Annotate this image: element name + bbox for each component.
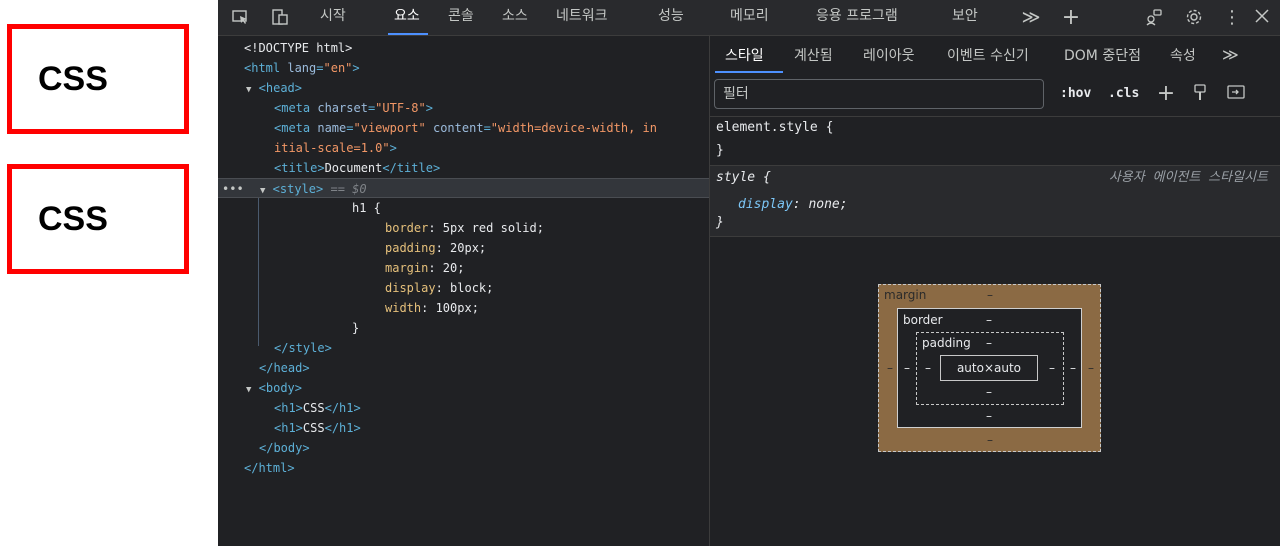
tab-console[interactable]: 콘솔 xyxy=(448,0,474,35)
margin-label: margin xyxy=(884,288,927,302)
heading-css-2: CSS xyxy=(7,164,189,274)
border-left-value[interactable]: – xyxy=(904,361,910,375)
tab-properties[interactable]: 속성 xyxy=(1170,45,1196,65)
tab-event-listeners[interactable]: 이벤트 수신기 xyxy=(947,45,1029,65)
devtools-panel: 시작 요소 콘솔 소스 네트워크 성능 메모리 응용 프로그램 보안 ≫ + ⋮… xyxy=(218,0,1280,546)
box-model-padding[interactable]: padding – – – – auto×auto xyxy=(916,332,1064,405)
rendered-page: CSS CSS xyxy=(0,0,218,546)
margin-left-value[interactable]: – xyxy=(887,361,893,375)
styles-pane: 스타일 계산됨 레이아웃 이벤트 수신기 DOM 중단점 속성 ≫ :hov .… xyxy=(710,36,1280,546)
element-state-brush-icon[interactable] xyxy=(1190,84,1210,104)
dom-line-head[interactable]: ▼ <head> xyxy=(246,78,737,98)
dom-line-style-selected[interactable]: ••• ▼ <style> == $0 xyxy=(218,178,709,198)
tab-application[interactable]: 응용 프로그램 xyxy=(816,0,898,35)
padding-top-value[interactable]: – xyxy=(986,336,992,350)
feedback-icon[interactable] xyxy=(1144,8,1164,28)
new-style-rule-icon[interactable]: + xyxy=(1156,83,1176,105)
tab-performance[interactable]: 성능 xyxy=(658,0,684,35)
hov-toggle-button[interactable]: :hov xyxy=(1060,86,1091,101)
user-agent-style-rule[interactable]: style { 사용자 에이전트 스타일시트 display: none; } xyxy=(710,166,1280,236)
border-right-value[interactable]: – xyxy=(1070,361,1076,375)
styles-tab-underline xyxy=(715,71,783,73)
dom-line-meta-charset[interactable]: <meta charset="UTF-8"> xyxy=(274,98,765,118)
more-options-icon[interactable]: ⋮ xyxy=(1222,8,1242,28)
device-toolbar-icon[interactable] xyxy=(270,8,290,28)
element-style-close: } xyxy=(716,143,724,158)
tab-elements[interactable]: 요소 xyxy=(388,0,428,35)
dom-line-meta-viewport[interactable]: <meta name="viewport" content="width=dev… xyxy=(274,118,765,138)
add-tab-icon[interactable]: + xyxy=(1061,7,1081,29)
dom-line-html-close[interactable]: </html> xyxy=(244,458,735,478)
border-top-value[interactable]: – xyxy=(986,313,992,327)
tree-guide-line xyxy=(258,198,259,346)
ua-prop-value: none; xyxy=(808,197,848,212)
ua-rule-selector: style { xyxy=(716,170,771,185)
padding-label: padding xyxy=(922,336,971,350)
dom-line-body-close[interactable]: </body> xyxy=(259,438,750,458)
tab-layout[interactable]: 레이아웃 xyxy=(863,45,915,65)
more-actions-icon[interactable]: ••• xyxy=(222,179,244,199)
more-tabs-icon[interactable]: ≫ xyxy=(1021,8,1041,28)
heading-css-1: CSS xyxy=(7,24,189,134)
padding-right-value[interactable]: – xyxy=(1049,361,1055,375)
ua-rule-close: } xyxy=(716,215,724,230)
dom-line-html[interactable]: <html lang="en"> xyxy=(244,58,735,78)
elements-dom-tree: <!DOCTYPE html> <html lang="en"> ▼ <head… xyxy=(218,36,709,546)
ua-prop-name: display xyxy=(738,197,793,212)
rules-bottom-divider xyxy=(710,236,1280,237)
margin-right-value[interactable]: – xyxy=(1088,361,1094,375)
dom-line-head-close[interactable]: </head> xyxy=(259,358,750,378)
dom-line-style-close[interactable]: </style> xyxy=(274,338,765,358)
user-agent-stylesheet-label: 사용자 에이전트 스타일시트 xyxy=(1108,170,1268,185)
tab-network[interactable]: 네트워크 xyxy=(556,0,608,35)
styles-filter-input[interactable] xyxy=(714,79,1044,109)
tab-styles[interactable]: 스타일 xyxy=(725,45,764,65)
dom-line-meta-viewport-cont: itial-scale=1.0"> xyxy=(274,141,397,155)
dom-line-body[interactable]: ▼ <body> xyxy=(246,378,737,398)
tab-memory[interactable]: 메모리 xyxy=(730,0,769,35)
tab-dom-breakpoints[interactable]: DOM 중단점 xyxy=(1064,45,1141,65)
tab-security[interactable]: 보안 xyxy=(952,0,978,35)
devtools-toolbar: 시작 요소 콘솔 소스 네트워크 성능 메모리 응용 프로그램 보안 ≫ + ⋮ xyxy=(218,0,1280,36)
cls-toggle-button[interactable]: .cls xyxy=(1108,86,1139,101)
margin-top-value[interactable]: – xyxy=(987,288,993,302)
border-label: border xyxy=(903,313,943,327)
element-style-rule[interactable]: element.style { } xyxy=(710,117,1280,165)
toggle-sidebar-icon[interactable] xyxy=(1226,84,1246,104)
settings-gear-icon[interactable] xyxy=(1184,8,1204,28)
more-panes-icon[interactable]: ≫ xyxy=(1222,45,1239,64)
padding-left-value[interactable]: – xyxy=(925,361,931,375)
dom-line-title[interactable]: <title>Document</title> xyxy=(274,158,765,178)
dom-line-doctype[interactable]: <!DOCTYPE html> xyxy=(244,38,735,58)
tab-sources[interactable]: 소스 xyxy=(502,0,528,35)
inspect-element-icon[interactable] xyxy=(230,8,250,28)
element-style-selector: element.style { xyxy=(716,120,834,135)
box-model-border[interactable]: border – – – – padding – – – – auto×auto xyxy=(897,308,1082,428)
close-icon[interactable] xyxy=(1252,8,1272,28)
box-model-margin[interactable]: margin – – – – border – – – – padding – … xyxy=(878,284,1101,452)
tab-welcome[interactable]: 시작 xyxy=(320,0,346,35)
box-model-content[interactable]: auto×auto xyxy=(940,355,1038,381)
tab-computed[interactable]: 계산됨 xyxy=(794,45,833,65)
dom-line-h1-2[interactable]: <h1>CSS</h1> xyxy=(274,418,765,438)
margin-bottom-value[interactable]: – xyxy=(987,433,993,447)
padding-bottom-value[interactable]: – xyxy=(986,385,992,399)
border-bottom-value[interactable]: – xyxy=(986,409,992,423)
dom-line-h1-1[interactable]: <h1>CSS</h1> xyxy=(274,398,765,418)
